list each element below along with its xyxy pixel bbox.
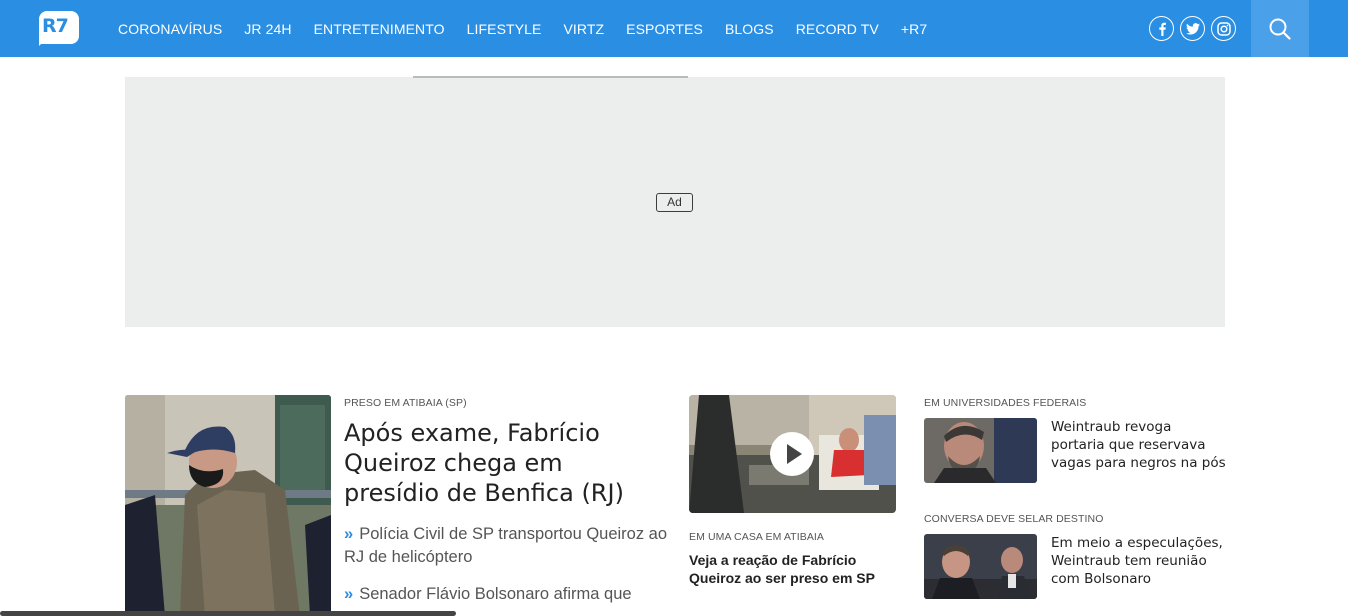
nav-item-esportes[interactable]: ESPORTES	[615, 21, 714, 37]
ad-label: Ad	[656, 193, 693, 212]
logo-text: R7	[42, 15, 69, 37]
facebook-icon[interactable]	[1149, 16, 1174, 41]
nav-item-record-tv[interactable]: RECORD TV	[785, 21, 890, 37]
video-story-title[interactable]: Veja a reação de Fabrício Queiroz ao ser…	[689, 552, 889, 587]
instagram-icon[interactable]	[1211, 16, 1236, 41]
video-story-kicker: EM UMA CASA EM ATIBAIA	[689, 531, 825, 543]
main-nav: CORONAVÍRUS JR 24H ENTRETENIMENTO LIFEST…	[107, 0, 938, 57]
right-story-1-kicker: EM UNIVERSIDADES FEDERAIS	[924, 397, 1087, 409]
nav-item-coronavirus[interactable]: CORONAVÍRUS	[107, 21, 233, 37]
right-story-2-kicker: CONVERSA DEVE SELAR DESTINO	[924, 513, 1104, 525]
top-navigation-bar: R7 CORONAVÍRUS JR 24H ENTRETENIMENTO LIF…	[0, 0, 1348, 57]
ad-loading-line	[413, 76, 688, 78]
nav-item-entretenimento[interactable]: ENTRETENIMENTO	[303, 21, 456, 37]
nav-item-more-r7[interactable]: +R7	[890, 21, 938, 37]
double-chevron-icon: »	[344, 525, 354, 543]
related-link-1-text: Polícia Civil de SP transportou Queiroz …	[344, 525, 668, 566]
related-link-2[interactable]: » Senador Flávio Bolsonaro afirma que	[344, 583, 669, 606]
main-story-photo[interactable]	[125, 395, 331, 616]
ad-banner[interactable]: Ad	[125, 77, 1225, 327]
nav-item-virtz[interactable]: VIRTZ	[552, 21, 615, 37]
horizontal-scrollbar[interactable]	[0, 611, 456, 616]
double-chevron-icon: »	[344, 585, 354, 603]
main-story-title[interactable]: Após exame, Fabrício Queiroz chega em pr…	[344, 418, 664, 508]
twitter-icon[interactable]	[1180, 16, 1205, 41]
nav-item-jr24h[interactable]: JR 24H	[233, 21, 302, 37]
video-thumbnail[interactable]	[689, 395, 896, 513]
right-story-2-title[interactable]: Em meio a especulações, Weintraub tem re…	[1051, 534, 1231, 588]
social-links	[1149, 16, 1236, 41]
search-button[interactable]	[1251, 0, 1309, 57]
related-link-2-text: Senador Flávio Bolsonaro afirma que	[359, 585, 632, 603]
main-story-kicker: PRESO EM ATIBAIA (SP)	[344, 397, 467, 409]
nav-item-lifestyle[interactable]: LIFESTYLE	[456, 21, 553, 37]
logo-tail	[39, 38, 47, 46]
nav-item-blogs[interactable]: BLOGS	[714, 21, 785, 37]
related-link-1[interactable]: » Polícia Civil de SP transportou Queiroz…	[344, 523, 669, 569]
right-story-2-photo[interactable]	[924, 534, 1037, 599]
right-story-1-title[interactable]: Weintraub revoga portaria que reservava …	[1051, 418, 1226, 472]
play-icon[interactable]	[770, 432, 814, 476]
right-story-1-photo[interactable]	[924, 418, 1037, 483]
search-icon	[1269, 18, 1291, 40]
